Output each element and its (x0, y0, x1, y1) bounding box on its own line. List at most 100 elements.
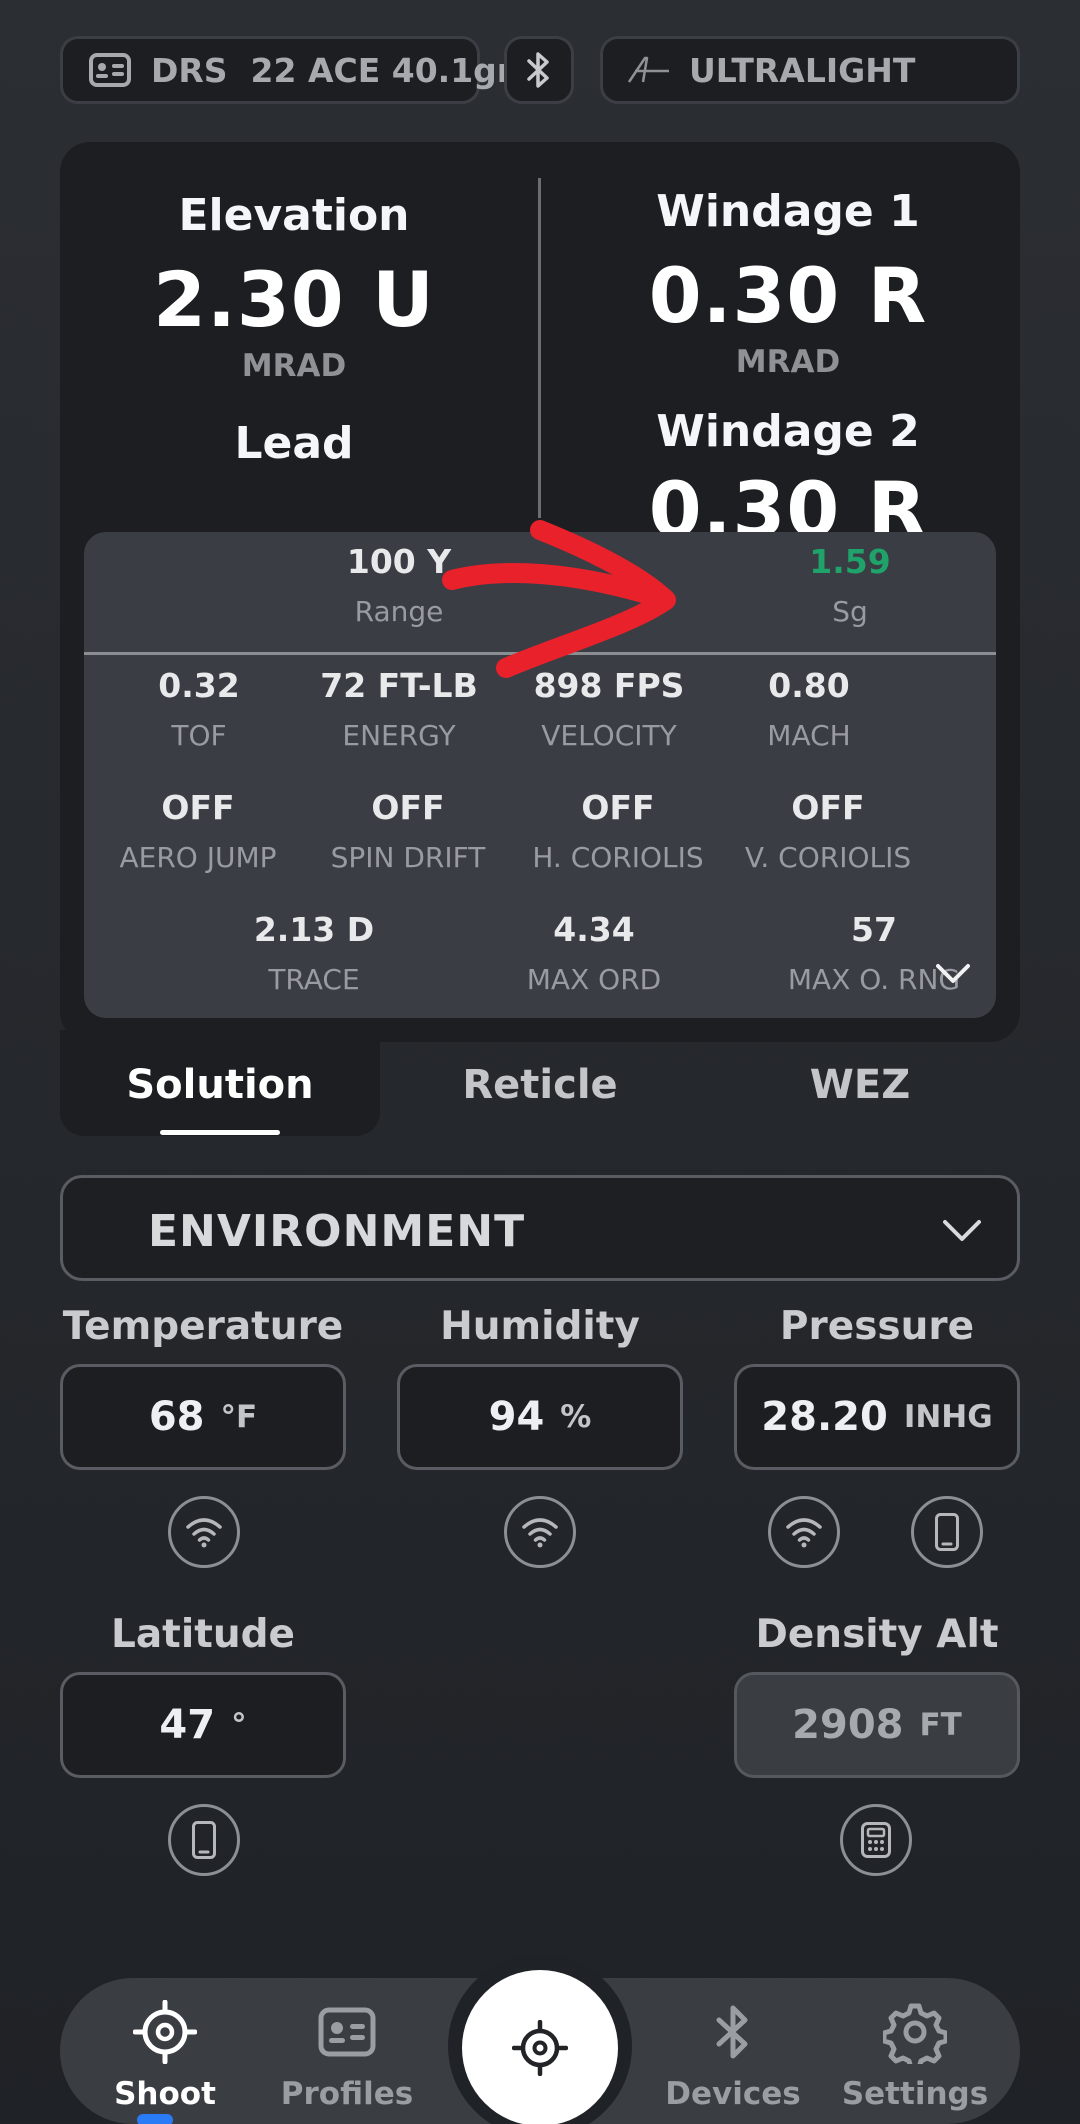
lead-label: Lead (234, 418, 354, 469)
latitude-field[interactable]: 47 ° (60, 1672, 346, 1778)
mach-stat: 0.80 MACH (714, 666, 904, 752)
trace-stat: 2.13 D TRACE (174, 910, 454, 996)
nav-active-indicator (137, 2114, 173, 2124)
density-alt-calculator-button[interactable] (840, 1804, 912, 1876)
gear-icon (881, 2003, 949, 2071)
windage2-label: Windage 2 (656, 406, 920, 457)
nav-settings-label: Settings (841, 2076, 989, 2112)
crosshair-icon (512, 2020, 568, 2076)
tab-solution[interactable]: Solution (60, 1062, 380, 1108)
mach-value: 0.80 (768, 666, 850, 705)
pressure-unit: INHG (903, 1399, 993, 1435)
trace-label: TRACE (268, 963, 360, 996)
tab-reticle[interactable]: Reticle (380, 1062, 700, 1108)
phone-icon (935, 1513, 959, 1551)
temperature-wireless-button[interactable] (168, 1496, 240, 1568)
humidity-field[interactable]: 94 % (397, 1364, 683, 1470)
humidity-value: 94 (488, 1394, 545, 1440)
max-ord-stat: 4.34 MAX ORD (454, 910, 734, 996)
humidity-unit: % (560, 1399, 592, 1435)
max-ord-label: MAX ORD (526, 963, 662, 996)
scope-name: ULTRALIGHT (689, 50, 916, 90)
elevation-unit: MRAD (241, 348, 347, 384)
humidity-label: Humidity (440, 1304, 640, 1349)
scope-logo-icon (627, 56, 669, 83)
profile-name: DRS 22 ACE 40.1gr (151, 50, 514, 90)
nav-devices-label: Devices (665, 2076, 801, 2112)
max-o-rng-value: 57 (851, 910, 897, 949)
latitude-phone-button[interactable] (168, 1804, 240, 1876)
nav-settings[interactable]: Settings (830, 2000, 1000, 2112)
profile-card-icon (89, 53, 131, 87)
annotation-arrow (442, 520, 676, 678)
windage1-label: Windage 1 (656, 186, 920, 237)
wifi-icon (522, 1518, 558, 1548)
trace-value: 2.13 D (253, 910, 375, 949)
temperature-field[interactable]: 68 °F (60, 1364, 346, 1470)
mach-label: MACH (767, 719, 851, 752)
tof-label: TOF (171, 719, 227, 752)
bluetooth-icon (527, 52, 549, 88)
elevation-value: 2.30 U (153, 255, 435, 344)
v-coriolis-value: OFF (791, 788, 865, 827)
nav-profiles-label: Profiles (280, 2076, 414, 2112)
temperature-unit: °F (220, 1399, 258, 1435)
windage1-unit: MRAD (735, 344, 841, 380)
h-coriolis-label: H. CORIOLIS (532, 841, 704, 874)
tof-stat: 0.32 TOF (104, 666, 294, 752)
scope-selector[interactable]: ULTRALIGHT (600, 36, 1020, 104)
pressure-phone-button[interactable] (911, 1496, 983, 1568)
nav-shoot[interactable]: Shoot (80, 1999, 250, 2112)
aero-jump-stat: OFF AERO JUMP (88, 788, 308, 874)
aero-jump-label: AERO JUMP (119, 841, 277, 874)
spin-drift-stat: OFF SPIN DRIFT (298, 788, 518, 874)
sg-stat: 1.59 Sg (660, 542, 996, 628)
chevron-down-icon[interactable] (934, 962, 972, 986)
solution-divider (538, 178, 541, 518)
calculator-icon (861, 1822, 891, 1858)
v-coriolis-label: V. CORIOLIS (744, 841, 912, 874)
windage1-value: 0.30 R (648, 251, 928, 340)
sg-label: Sg (832, 595, 868, 628)
phone-icon (192, 1821, 216, 1859)
density-alt-label: Density Alt (755, 1612, 999, 1657)
latitude-value: 47 (159, 1702, 216, 1748)
aero-jump-value: OFF (161, 788, 235, 827)
max-ord-value: 4.34 (553, 910, 635, 949)
spin-drift-label: SPIN DRIFT (330, 841, 486, 874)
nav-profiles[interactable]: Profiles (262, 2000, 432, 2112)
latitude-label: Latitude (111, 1612, 295, 1657)
active-tab-indicator (160, 1130, 280, 1135)
tof-value: 0.32 (158, 666, 240, 705)
pressure-field[interactable]: 28.20 INHG (734, 1364, 1020, 1470)
profile-card-icon (318, 2007, 376, 2057)
density-alt-unit: FT (919, 1707, 962, 1743)
center-target-button[interactable] (462, 1970, 618, 2124)
spin-drift-value: OFF (371, 788, 445, 827)
windage-column: Windage 1 0.30 R MRAD Windage 2 0.30 R (558, 186, 1018, 554)
chevron-down-icon (943, 1220, 981, 1241)
nav-devices[interactable]: Devices (648, 2000, 818, 2112)
crosshair-icon (132, 1999, 198, 2065)
environment-header[interactable]: ENVIRONMENT (60, 1175, 1020, 1281)
temperature-value: 68 (148, 1394, 205, 1440)
environment-title: ENVIRONMENT (148, 1206, 526, 1257)
bluetooth-button[interactable] (504, 36, 574, 104)
h-coriolis-stat: OFF H. CORIOLIS (508, 788, 728, 874)
wifi-icon (786, 1518, 822, 1548)
elevation-label: Elevation (178, 190, 410, 241)
tab-wez[interactable]: WEZ (700, 1062, 1020, 1108)
latitude-unit: ° (231, 1707, 247, 1743)
profile-selector[interactable]: DRS 22 ACE 40.1gr (60, 36, 513, 104)
h-coriolis-value: OFF (581, 788, 655, 827)
pressure-wireless-button[interactable] (768, 1496, 840, 1568)
density-alt-field: 2908 FT (734, 1672, 1020, 1778)
bluetooth-icon (716, 2005, 748, 2059)
pressure-value: 28.20 (761, 1394, 888, 1440)
elevation-column: Elevation 2.30 U MRAD Lead (64, 190, 524, 469)
pressure-label: Pressure (779, 1304, 975, 1349)
nav-shoot-label: Shoot (114, 2076, 216, 2112)
humidity-wireless-button[interactable] (504, 1496, 576, 1568)
energy-label: ENERGY (342, 719, 456, 752)
temperature-label: Temperature (62, 1304, 344, 1349)
